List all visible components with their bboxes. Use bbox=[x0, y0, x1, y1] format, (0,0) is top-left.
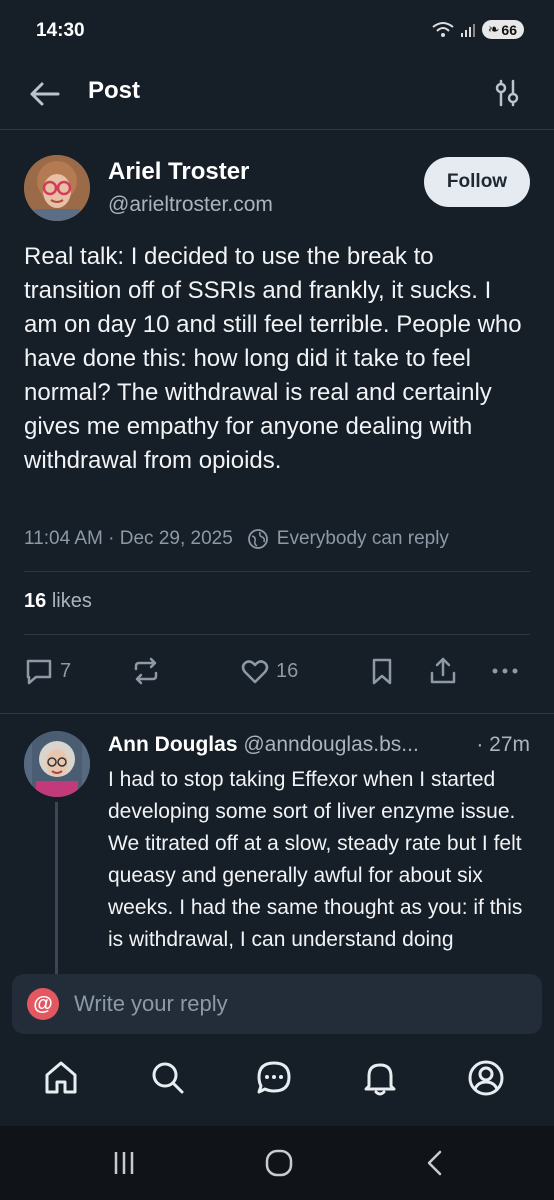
post-body: Real talk: I decided to use the break to… bbox=[24, 243, 522, 474]
nav-profile[interactable] bbox=[466, 1058, 506, 1098]
divider bbox=[0, 713, 554, 714]
reply-action[interactable]: 7 bbox=[24, 656, 71, 686]
back-arrow-icon[interactable] bbox=[26, 76, 62, 112]
battery-level: 66 bbox=[501, 21, 517, 38]
home-button-icon[interactable] bbox=[264, 1148, 294, 1178]
recent-apps-icon[interactable] bbox=[110, 1148, 140, 1178]
reply-input-placeholder[interactable]: Write your reply bbox=[74, 991, 228, 1017]
status-icons: ❧ 66 bbox=[432, 20, 524, 39]
sliders-icon[interactable] bbox=[492, 78, 522, 108]
heart-icon bbox=[241, 660, 269, 684]
wifi-icon bbox=[432, 21, 454, 37]
home-icon bbox=[45, 1061, 77, 1094]
divider bbox=[24, 571, 530, 572]
user-avatar-icon: @ bbox=[27, 988, 59, 1020]
reply-setting-icon bbox=[247, 529, 268, 549]
reply-avatar[interactable] bbox=[24, 731, 90, 797]
bell-icon bbox=[364, 1063, 396, 1096]
reply-author-handle: @anndouglas.bs... bbox=[243, 733, 419, 756]
bookmark-action[interactable] bbox=[367, 656, 397, 686]
reply-time: · 27m bbox=[476, 733, 530, 756]
bottom-navigation bbox=[0, 1034, 554, 1126]
post-timestamp: 11:04 AM · Dec 29, 2025 bbox=[24, 528, 233, 549]
reply-body: I had to stop taking Effexor when I star… bbox=[108, 768, 523, 951]
share-icon bbox=[430, 657, 456, 684]
leaf-icon: ❧ bbox=[487, 21, 500, 37]
reply-composer[interactable]: @ Write your reply bbox=[12, 974, 542, 1034]
repost-action[interactable] bbox=[131, 656, 161, 686]
bookmark-icon bbox=[372, 658, 392, 685]
nav-messages[interactable] bbox=[254, 1058, 294, 1098]
reply-header[interactable]: Ann Douglas @anndouglas.bs... bbox=[108, 733, 419, 757]
author-handle[interactable]: @arieltroster.com bbox=[108, 193, 273, 217]
page-title: Post bbox=[88, 77, 141, 104]
comment-icon bbox=[26, 659, 52, 685]
likes-count: 16 bbox=[24, 590, 47, 612]
thread-line bbox=[55, 802, 58, 982]
author-name[interactable]: Ariel Troster bbox=[108, 158, 249, 186]
more-action[interactable] bbox=[490, 656, 520, 686]
repost-icon bbox=[134, 657, 158, 685]
nav-search[interactable] bbox=[148, 1058, 188, 1098]
post-actions: 7 16 bbox=[0, 652, 554, 692]
likes-label: likes bbox=[51, 590, 92, 612]
likes-summary[interactable]: 16 likes bbox=[24, 590, 92, 613]
nav-home[interactable] bbox=[41, 1058, 81, 1098]
divider bbox=[24, 634, 530, 635]
reply-count: 7 bbox=[60, 659, 72, 682]
follow-button[interactable]: Follow bbox=[424, 157, 530, 207]
signal-icon bbox=[460, 23, 475, 37]
status-bar: 14:30 ❧ 66 bbox=[0, 0, 554, 54]
system-navigation bbox=[0, 1126, 554, 1200]
reply-setting[interactable]: Everybody can reply bbox=[277, 528, 449, 550]
search-icon bbox=[152, 1062, 184, 1094]
chat-icon bbox=[257, 1061, 291, 1094]
like-count: 16 bbox=[276, 659, 299, 682]
back-button-icon[interactable] bbox=[420, 1148, 450, 1178]
battery-indicator: ❧ 66 bbox=[481, 20, 524, 39]
author-avatar[interactable] bbox=[24, 155, 90, 221]
top-bar: Post bbox=[0, 54, 554, 130]
like-action[interactable]: 16 bbox=[240, 656, 298, 686]
share-action[interactable] bbox=[428, 656, 458, 686]
profile-icon bbox=[468, 1060, 504, 1096]
more-options-icon bbox=[492, 668, 518, 674]
nav-notifications[interactable] bbox=[360, 1058, 400, 1098]
post-meta: 11:04 AM · Dec 29, 2025 Everybody can re… bbox=[24, 528, 449, 550]
status-time: 14:30 bbox=[36, 20, 85, 41]
reply-author-name: Ann Douglas bbox=[108, 733, 238, 756]
